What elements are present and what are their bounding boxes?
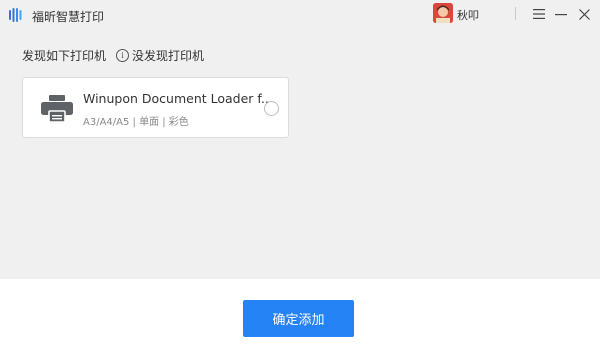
footer-bar: 确定添加	[0, 279, 600, 347]
section-header: 发现如下打印机 i 没发现打印机	[22, 47, 204, 64]
found-printers-label: 发现如下打印机	[22, 49, 107, 63]
close-icon	[578, 8, 590, 20]
printer-card[interactable]: Winupon Document Loader f... A3/A4/A5 | …	[22, 77, 289, 138]
no-printer-link[interactable]: 没发现打印机	[132, 47, 204, 64]
user-name[interactable]: 秋叩	[457, 7, 479, 23]
title-divider	[515, 7, 516, 20]
minimize-button[interactable]	[550, 4, 572, 24]
printer-icon	[41, 95, 73, 123]
avatar[interactable]	[433, 3, 453, 23]
printer-specs: A3/A4/A5 | 单面 | 彩色	[83, 117, 189, 128]
printer-name: Winupon Document Loader f...	[83, 91, 273, 106]
app-logo-icon	[9, 8, 22, 22]
minimize-icon	[555, 14, 567, 16]
hamburger-menu-icon	[533, 9, 545, 19]
menu-button[interactable]	[528, 4, 550, 24]
app-title: 福昕智慧打印	[32, 10, 105, 24]
confirm-add-button[interactable]: 确定添加	[243, 300, 354, 337]
printer-select-radio[interactable]	[264, 101, 279, 116]
title-bar: 福昕智慧打印 秋叩	[0, 0, 600, 30]
close-button[interactable]	[573, 4, 595, 24]
info-icon[interactable]: i	[116, 49, 130, 62]
